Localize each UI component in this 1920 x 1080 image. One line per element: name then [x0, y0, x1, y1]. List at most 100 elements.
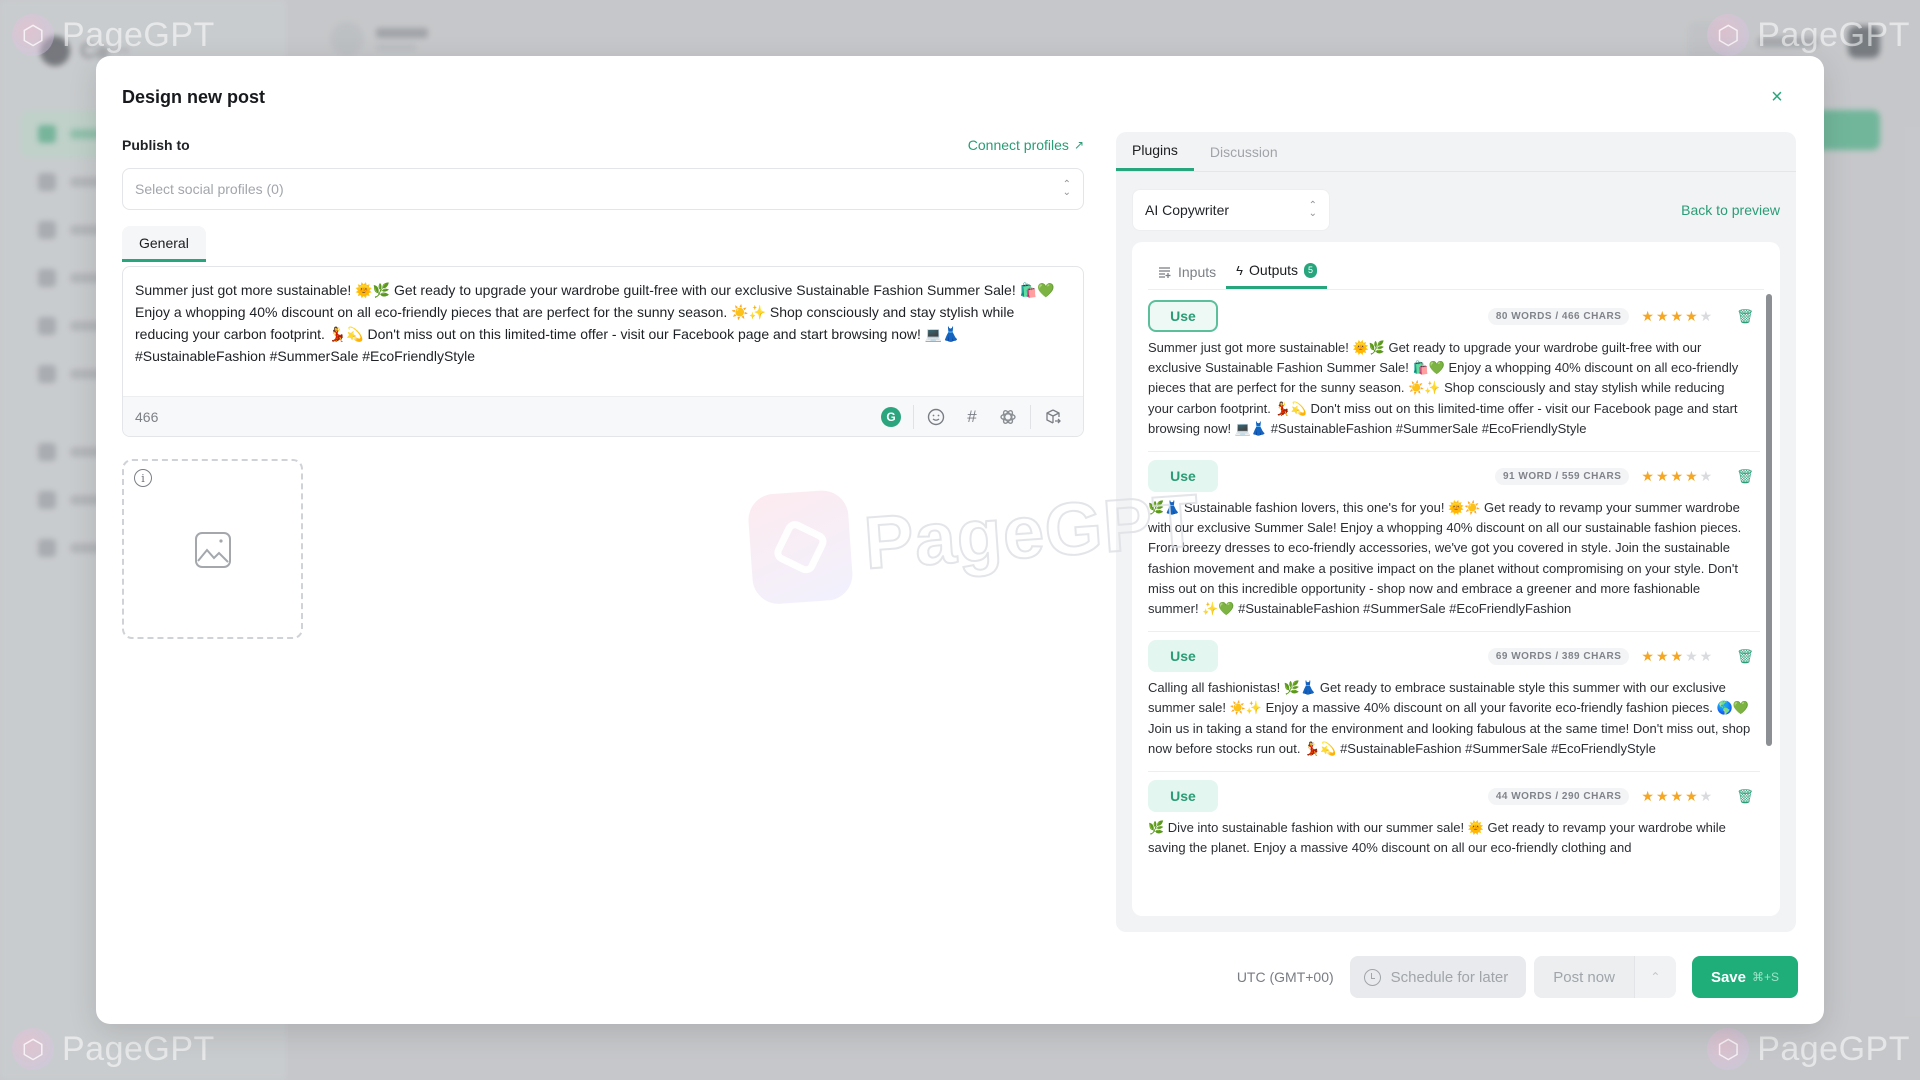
tab-inputs[interactable]: Inputs	[1148, 254, 1226, 289]
star-filled-icon[interactable]: ★	[1656, 308, 1669, 325]
plugin-select-value: AI Copywriter	[1145, 202, 1230, 218]
connect-profiles-link[interactable]: Connect profiles ↗	[968, 137, 1084, 153]
star-empty-icon[interactable]: ★	[1685, 648, 1698, 665]
trash-icon[interactable]: 🗑	[1736, 788, 1754, 805]
rating-stars: ★ ★ ★ ★ ★	[1641, 788, 1712, 805]
media-upload-dropzone[interactable]: i	[122, 459, 303, 639]
use-output-button[interactable]: Use	[1148, 780, 1218, 813]
emoji-button[interactable]	[918, 403, 954, 431]
rating-stars: ★ ★ ★ ★ ★	[1641, 468, 1712, 485]
output-text: 🌿 Dive into sustainable fashion with our…	[1148, 820, 1726, 856]
outputs-list: Use 80 WORDS / 466 CHARS ★ ★ ★ ★ ★ 🗑 Summer …	[1148, 292, 1760, 902]
back-to-preview-link[interactable]: Back to preview	[1681, 202, 1780, 218]
save-button[interactable]: Save ⌘+S	[1691, 956, 1798, 998]
close-button[interactable]: ×	[1766, 86, 1788, 108]
panel-tabs: Plugins Discussion	[1116, 132, 1796, 172]
close-icon: ×	[1771, 85, 1783, 108]
publish-to-label: Publish to	[122, 137, 190, 153]
star-filled-icon[interactable]: ★	[1641, 468, 1654, 485]
list-add-icon	[1159, 266, 1171, 278]
timezone-label: UTC (GMT+00)	[1236, 969, 1334, 985]
star-filled-icon[interactable]: ★	[1656, 788, 1669, 805]
lightning-icon: ϟ	[1236, 262, 1244, 278]
plugins-panel: Plugins Discussion AI Copywriter ⌃ ⌄ Back…	[1116, 132, 1796, 932]
modal-footer: UTC (GMT+00) Schedule for later Post now…	[1237, 956, 1798, 998]
word-char-count: 80 WORDS / 466 CHARS	[1487, 307, 1630, 325]
chevron-up-down-icon: ⌃ ⌄	[1308, 200, 1317, 219]
star-filled-icon[interactable]: ★	[1656, 468, 1669, 485]
post-editor-column: Publish to Connect profiles ↗ Select soc…	[122, 134, 1084, 639]
post-content-textarea[interactable]: Summer just got more sustainable! 🌞🌿 Get…	[123, 267, 1083, 396]
use-output-button[interactable]: Use	[1148, 300, 1218, 332]
outputs-card: Inputs ϟ Outputs 5 Use 80 WORDS / 466 CH…	[1132, 242, 1780, 916]
rating-stars: ★ ★ ★ ★ ★	[1641, 648, 1712, 665]
star-filled-icon[interactable]: ★	[1685, 788, 1698, 805]
modal-title: Design new post	[122, 87, 266, 107]
output-item: Use 69 WORDS / 389 CHARS ★ ★ ★ ★ ★ 🗑 Calling…	[1148, 632, 1760, 773]
output-item: Use 80 WORDS / 466 CHARS ★ ★ ★ ★ ★ 🗑 Summer …	[1148, 292, 1760, 453]
character-count: 466	[135, 408, 159, 425]
ai-assist-button[interactable]	[990, 403, 1026, 431]
star-filled-icon[interactable]: ★	[1685, 308, 1698, 325]
star-filled-icon[interactable]: ★	[1671, 788, 1684, 805]
star-empty-icon[interactable]: ★	[1700, 468, 1713, 485]
trash-icon[interactable]: 🗑	[1736, 308, 1754, 325]
use-output-button[interactable]: Use	[1148, 460, 1218, 493]
toolbar-divider	[913, 404, 914, 429]
use-output-button[interactable]: Use	[1148, 640, 1218, 673]
post-options-button[interactable]: ⌃	[1633, 956, 1676, 998]
star-empty-icon[interactable]: ★	[1700, 308, 1713, 325]
toolbar-divider	[1030, 404, 1031, 429]
output-item: Use 91 WORD / 559 CHARS ★ ★ ★ ★ ★ 🗑 🌿👗 Susta…	[1148, 452, 1760, 633]
clock-icon	[1363, 968, 1381, 986]
grammarly-icon: G	[881, 406, 901, 427]
output-text: 🌿👗 Sustainable fashion lovers, this one'…	[1148, 500, 1742, 617]
output-text: Summer just got more sustainable! 🌞🌿 Get…	[1148, 340, 1739, 436]
star-filled-icon[interactable]: ★	[1671, 308, 1684, 325]
openai-icon	[1000, 409, 1016, 424]
export-button[interactable]	[1035, 403, 1071, 431]
rating-stars: ★ ★ ★ ★ ★	[1641, 308, 1712, 325]
design-post-modal: Design new post × Publish to Connect pro…	[96, 56, 1824, 1024]
trash-icon[interactable]: 🗑	[1736, 468, 1754, 485]
star-filled-icon[interactable]: ★	[1641, 308, 1654, 325]
save-shortcut: ⌘+S	[1751, 970, 1779, 984]
outputs-scrollbar[interactable]	[1766, 294, 1772, 746]
info-icon[interactable]: i	[134, 469, 152, 487]
post-now-split-button: Post now ⌃	[1534, 956, 1676, 998]
star-filled-icon[interactable]: ★	[1641, 648, 1654, 665]
chevron-up-icon: ⌃	[1650, 970, 1661, 984]
tab-general[interactable]: General	[122, 226, 206, 262]
word-char-count: 69 WORDS / 389 CHARS	[1487, 647, 1630, 665]
star-empty-icon[interactable]: ★	[1700, 788, 1713, 805]
social-profiles-placeholder: Select social profiles (0)	[135, 181, 284, 197]
star-filled-icon[interactable]: ★	[1671, 468, 1684, 485]
post-editor: Summer just got more sustainable! 🌞🌿 Get…	[122, 266, 1084, 437]
hashtag-icon: #	[967, 406, 977, 426]
star-filled-icon[interactable]: ★	[1685, 468, 1698, 485]
outputs-count-badge: 5	[1304, 262, 1318, 278]
external-link-icon: ↗	[1073, 138, 1084, 152]
social-profiles-select[interactable]: Select social profiles (0) ⌃ ⌄	[122, 168, 1084, 210]
star-filled-icon[interactable]: ★	[1656, 648, 1669, 665]
hashtag-button[interactable]: #	[954, 403, 990, 431]
star-empty-icon[interactable]: ★	[1700, 648, 1713, 665]
star-filled-icon[interactable]: ★	[1671, 648, 1684, 665]
emoji-icon	[927, 408, 945, 425]
tab-discussion[interactable]: Discussion	[1194, 132, 1294, 171]
post-now-button[interactable]: Post now	[1534, 956, 1634, 998]
export-box-icon	[1046, 408, 1061, 424]
word-char-count: 44 WORDS / 290 CHARS	[1487, 787, 1630, 805]
image-placeholder-icon	[195, 532, 231, 568]
tab-outputs[interactable]: ϟ Outputs 5	[1226, 254, 1328, 289]
editor-toolbar: 466 G #	[123, 396, 1083, 436]
grammarly-button[interactable]: G	[873, 403, 909, 431]
plugin-select[interactable]: AI Copywriter ⌃ ⌄	[1132, 189, 1330, 231]
schedule-for-later-button[interactable]: Schedule for later	[1349, 956, 1527, 998]
star-filled-icon[interactable]: ★	[1641, 788, 1654, 805]
output-sub-tabs: Inputs ϟ Outputs 5	[1148, 254, 1764, 290]
trash-icon[interactable]: 🗑	[1736, 648, 1754, 665]
output-text: Calling all fashionistas! 🌿👗 Get ready t…	[1148, 680, 1751, 756]
tab-plugins[interactable]: Plugins	[1116, 132, 1194, 171]
chevron-up-down-icon: ⌃ ⌄	[1062, 179, 1071, 198]
